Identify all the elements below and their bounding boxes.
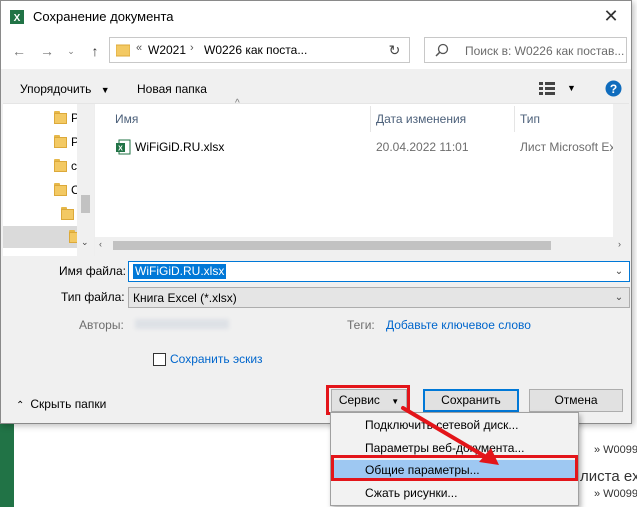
new-folder-button[interactable]: Новая папка [137, 82, 207, 96]
horizontal-scroll-thumb[interactable] [113, 241, 551, 250]
excel-sidebar-strip [0, 420, 14, 507]
column-separator[interactable] [514, 106, 515, 132]
title-bar: X Сохранение документа ✕ [1, 1, 631, 33]
breadcrumb-w2021[interactable]: W2021 [148, 43, 186, 57]
save-dialog: X Сохранение документа ✕ ← → ⌄ ↑ « W2021… [0, 0, 632, 424]
refresh-button[interactable]: ↻ [380, 37, 410, 63]
nav-folder-icon[interactable] [61, 207, 74, 221]
filename-value: WiFiGiD.RU.xlsx [133, 264, 227, 279]
search-placeholder: Поиск в: W0226 как постав... [465, 44, 625, 58]
file-name: WiFiGiD.RU.xlsx [135, 140, 225, 154]
chevron-up-icon: ⌃ [16, 400, 25, 411]
column-header-type[interactable]: Тип [520, 104, 540, 134]
address-overflow[interactable]: « [136, 42, 142, 54]
nav-scrollbar[interactable] [77, 104, 94, 256]
nav-folder-icon[interactable] [54, 183, 67, 197]
folder-icon [116, 44, 130, 57]
file-type: Лист Microsoft Ex... [520, 140, 626, 154]
svg-text:X: X [14, 13, 21, 24]
filetype-value: Книга Excel (*.xlsx) [133, 291, 237, 305]
nav-scroll-thumb[interactable] [81, 195, 90, 213]
svg-text:X: X [118, 146, 123, 153]
save-thumbnail-label[interactable]: Сохранить эскиз [170, 352, 263, 366]
search-box[interactable]: Поиск в: W0226 как постав... [424, 37, 627, 63]
chevron-down-icon[interactable]: ⌄ [611, 262, 627, 281]
column-header-name[interactable]: Имя [115, 104, 138, 134]
nav-selected-row[interactable] [3, 226, 77, 248]
navigation-pane: Р Р с С ⌄ [3, 104, 94, 256]
hide-folders-label: Скрыть папки [30, 397, 107, 411]
scroll-down-icon[interactable]: ⌄ [81, 237, 89, 248]
authors-value-redacted[interactable] [135, 319, 229, 329]
add-tag-link[interactable]: Добавьте ключевое слово [386, 318, 531, 332]
toolbar: Упорядочить ▼ Новая папка ▼ ? [1, 71, 631, 105]
recent-chevron-icon[interactable]: ⌄ [61, 42, 81, 62]
bg-text-2: листа exc [580, 468, 637, 485]
chevron-down-icon: ▼ [100, 85, 110, 95]
forward-arrow-icon[interactable]: → [37, 42, 57, 62]
browser-panes: Р Р с С ⌄ ^ Имя Дата изменения Тип X WiF… [3, 98, 630, 256]
cancel-button[interactable]: Отмена [529, 389, 623, 412]
up-arrow-icon[interactable]: ↑ [85, 42, 105, 62]
save-thumbnail-checkbox[interactable] [153, 353, 166, 366]
bg-text-3: » W0099 с [594, 488, 637, 500]
table-row[interactable]: X WiFiGiD.RU.xlsx 20.04.2022 11:01 Лист … [95, 136, 630, 158]
tags-label: Теги: [347, 318, 375, 332]
filename-field[interactable]: WiFiGiD.RU.xlsx ⌄ [128, 261, 630, 282]
back-arrow-icon[interactable]: ← [9, 42, 29, 62]
organize-label: Упорядочить [20, 82, 92, 96]
breadcrumb-w0226[interactable]: W0226 как поста... [204, 43, 307, 57]
file-date: 20.04.2022 11:01 [376, 140, 469, 154]
scroll-left-icon[interactable]: ‹ [99, 239, 102, 249]
view-dropdown-icon[interactable]: ▼ [567, 83, 576, 93]
column-header-date[interactable]: Дата изменения [376, 104, 466, 134]
address-bar[interactable]: « W2021 › W0226 как поста... ⌄ [109, 37, 468, 63]
file-list-vertical-scrollbar[interactable] [613, 104, 630, 237]
excel-file-icon: X [116, 139, 131, 155]
scroll-right-icon[interactable]: › [618, 239, 621, 249]
navigation-row: ← → ⌄ ↑ « W2021 › W0226 как поста... ⌄ ↻… [1, 33, 631, 69]
help-icon[interactable]: ? [605, 80, 622, 97]
hide-folders-button[interactable]: ⌃ Скрыть папки [16, 397, 106, 411]
filetype-select[interactable]: Книга Excel (*.xlsx) ⌄ [128, 287, 630, 308]
bg-text-1: » W0099 с [594, 444, 637, 456]
view-options-icon[interactable] [539, 81, 557, 95]
search-icon [435, 43, 449, 57]
menu-item-compress-pictures[interactable]: Сжать рисунки... [333, 483, 578, 504]
column-separator[interactable] [370, 106, 371, 132]
close-button[interactable]: ✕ [599, 5, 623, 29]
nav-folder-icon[interactable] [54, 135, 67, 149]
window-title: Сохранение документа [33, 9, 174, 24]
nav-folder-icon[interactable] [54, 159, 67, 173]
nav-folder-icon[interactable] [54, 111, 67, 125]
organize-menu[interactable]: Упорядочить ▼ [20, 82, 110, 96]
filename-label: Имя файла: [59, 264, 126, 278]
file-list: ^ Имя Дата изменения Тип X WiFiGiD.RU.xl… [94, 98, 630, 256]
breadcrumb-separator-icon: › [190, 42, 194, 54]
chevron-down-icon[interactable]: ⌄ [611, 288, 627, 307]
svg-text:?: ? [610, 82, 617, 96]
annotation-arrow-icon [401, 406, 499, 465]
excel-icon: X [10, 10, 24, 24]
authors-label: Авторы: [79, 318, 124, 332]
filetype-label: Тип файла: [61, 290, 125, 304]
sort-up-icon: ^ [235, 98, 240, 109]
